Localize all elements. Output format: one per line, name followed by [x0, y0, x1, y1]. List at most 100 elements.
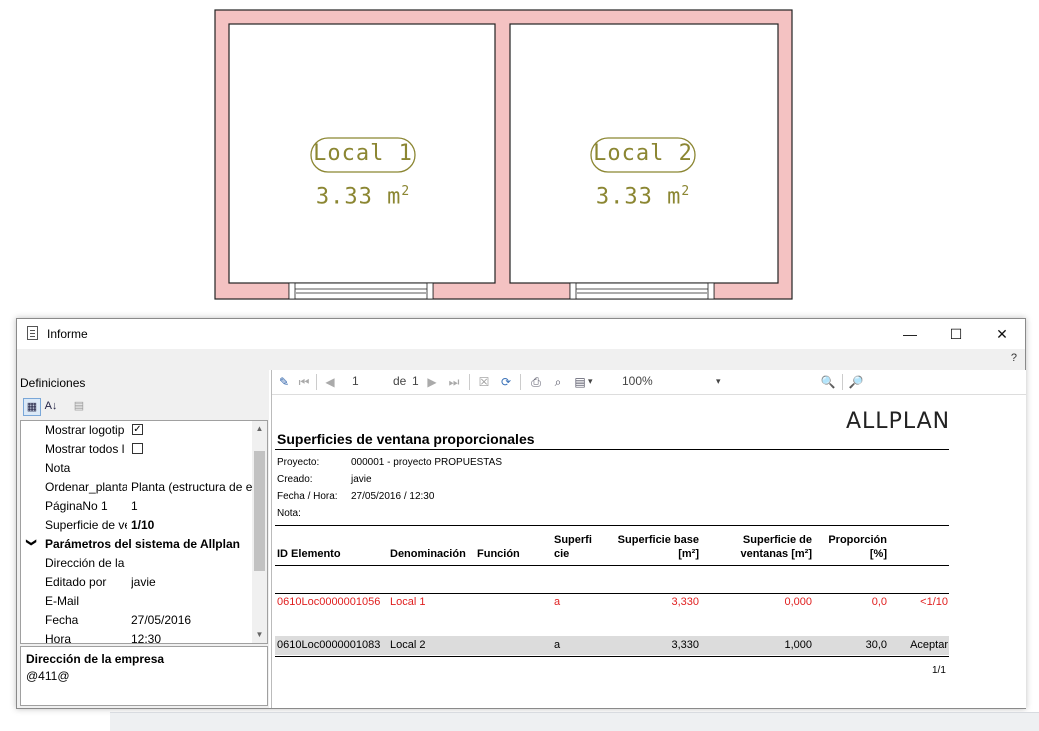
show-logo-checkbox[interactable]: ✓ [132, 424, 143, 435]
property-row[interactable]: Fecha 27/05/2016 [21, 611, 253, 630]
window-2 [569, 282, 715, 300]
cell-base: 3,330 [671, 639, 699, 651]
zoom-select[interactable]: 100% [622, 374, 653, 388]
property-name: Hora [45, 632, 72, 644]
last-page-icon[interactable]: ⏭ [446, 374, 462, 390]
viewer-toolbar: ✎ ⏮ ◀ 1 de 1 ▶ ⏭ ☒ ⟳ ⎙ ⌕ ▤ ▾ 100% ▾ 🔍 🔎 [272, 370, 1026, 395]
menu-bar: ? [17, 349, 1025, 370]
property-row[interactable]: PáginaNo 1 1 [21, 497, 253, 516]
property-row[interactable]: Editado por javie [21, 573, 253, 592]
cell-estado: Aceptar [910, 639, 948, 651]
print-preview-icon[interactable]: ⌕ [550, 374, 566, 390]
meta-value: 27/05/2016 / 12:30 [351, 491, 435, 502]
group-label: Parámetros del sistema de Allplan [45, 537, 240, 551]
meta-label: Proyecto: [277, 457, 320, 468]
property-value[interactable]: 1/10 [131, 518, 253, 532]
help-button[interactable]: ? [1011, 352, 1017, 364]
next-page-icon[interactable]: ▶ [424, 374, 440, 390]
property-name: Ordenar_planta [45, 480, 127, 494]
property-name: Mostrar todos l [45, 442, 125, 456]
cell-ventanas: 1,000 [784, 639, 812, 651]
current-page-input[interactable]: 1 [352, 374, 359, 388]
definitions-panel: Definiciones ▦ A↓ ▤ Mostrar logotip ✓ Mo… [17, 370, 269, 708]
scroll-down-icon[interactable]: ▼ [255, 630, 264, 639]
cell-ventanas: 0,000 [784, 596, 812, 608]
cell-id: 0610Loc0000001056 [277, 596, 381, 608]
allplan-logo: ALLPLAN [846, 409, 951, 434]
property-name: Mostrar logotip [45, 423, 125, 437]
property-value[interactable]: javie [131, 575, 253, 589]
scroll-up-icon[interactable]: ▲ [255, 424, 264, 433]
print-icon[interactable]: ⎙ [528, 374, 544, 390]
column-header-id: ID Elemento [277, 548, 341, 560]
report-window: Informe — ☐ ✕ ? Definiciones ▦ A↓ ▤ Most… [16, 318, 1026, 709]
property-name: Dirección de la [45, 556, 125, 570]
property-description: Dirección de la empresa @411@ [20, 646, 268, 706]
total-pages: 1 [412, 374, 419, 388]
property-row[interactable]: Dirección de la [21, 554, 253, 573]
cell-base: 3,330 [671, 596, 699, 608]
categorized-icon[interactable]: ▦ [23, 398, 41, 416]
sort-alphabetical-icon[interactable]: A↓ [43, 398, 59, 414]
property-value[interactable]: Planta (estructura de ed [131, 480, 253, 494]
export-icon[interactable]: ▤ [572, 374, 588, 390]
cell-estado: <1/10 [920, 596, 948, 608]
scroll-thumb[interactable] [254, 451, 265, 571]
previous-page-icon[interactable]: ◀ [322, 374, 338, 390]
property-row[interactable]: Ordenar_planta Planta (estructura de ed [21, 478, 253, 497]
maximize-button[interactable]: ☐ [933, 319, 979, 349]
table-bottom-divider [275, 656, 949, 657]
refresh-icon[interactable]: ⟳ [498, 374, 514, 390]
export-dropdown-icon[interactable]: ▾ [588, 376, 593, 387]
page-indicator: 1/1 [932, 665, 946, 676]
system-parameters-group[interactable]: ❯ Parámetros del sistema de Allplan [21, 535, 253, 554]
property-row[interactable]: Mostrar todos l [21, 440, 253, 459]
property-row[interactable]: Superficie de ve 1/10 [21, 516, 253, 535]
cell-denominacion: Local 2 [390, 639, 426, 651]
find-icon[interactable]: 🔍 [820, 374, 836, 390]
property-value[interactable]: 27/05/2016 [131, 613, 253, 627]
property-row[interactable]: Hora 12:30 [21, 630, 253, 644]
edit-report-icon[interactable]: ✎ [276, 374, 292, 390]
cell-id: 0610Loc0000001083 [277, 639, 381, 651]
floor-plan [214, 9, 793, 300]
property-scrollbar[interactable]: ▲ ▼ [252, 421, 267, 643]
property-row[interactable]: Mostrar logotip ✓ [21, 421, 253, 440]
property-name: E-Mail [45, 594, 80, 608]
title-bar[interactable]: Informe — ☐ ✕ [17, 319, 1025, 349]
property-row[interactable]: E-Mail [21, 592, 253, 611]
body-divider [275, 593, 949, 594]
window-title: Informe [47, 327, 88, 341]
minimize-button[interactable]: — [887, 319, 933, 349]
background-strip [110, 712, 1039, 731]
room-1-area: 3.33 m2 [315, 184, 411, 210]
document-icon [27, 326, 38, 340]
property-value[interactable]: 12:30 [131, 632, 253, 643]
property-name: Nota [45, 461, 71, 475]
cell-proporcion: 30,0 [865, 639, 887, 651]
property-name: PáginaNo 1 [45, 499, 108, 513]
property-value[interactable]: 1 [131, 499, 253, 513]
chevron-down-icon[interactable]: ❯ [26, 538, 37, 546]
zoom-dropdown-icon[interactable]: ▾ [716, 376, 721, 387]
room-2-name: Local 2 [593, 141, 693, 166]
room-1-name: Local 1 [313, 141, 413, 166]
description-text: @411@ [26, 669, 70, 683]
cell-proporcion: 0,0 [871, 596, 887, 608]
first-page-icon[interactable]: ⏮ [296, 374, 312, 390]
close-button[interactable]: ✕ [979, 319, 1025, 349]
column-header-ventanas: Superficie de ventanas [m²] [740, 534, 812, 560]
property-row[interactable]: Nota [21, 459, 253, 478]
of-label: de [393, 374, 407, 388]
cad-drawing-area[interactable]: Local 1 3.33 m2 Local 2 3.33 m2 [0, 0, 1039, 310]
column-header-base: Superficie base [m²] [617, 534, 699, 560]
report-page: ALLPLAN Superficies de ventana proporcio… [272, 395, 1026, 708]
show-all-checkbox[interactable] [132, 443, 143, 454]
find-next-icon[interactable]: 🔎 [848, 374, 864, 390]
meta-label: Nota: [277, 508, 301, 519]
header-divider [275, 565, 949, 566]
property-pages-icon[interactable]: ▤ [71, 398, 87, 414]
property-name: Superficie de ve [45, 518, 127, 532]
stop-icon[interactable]: ☒ [476, 374, 492, 390]
column-header-proporcion: Proporción [%] [828, 534, 887, 560]
